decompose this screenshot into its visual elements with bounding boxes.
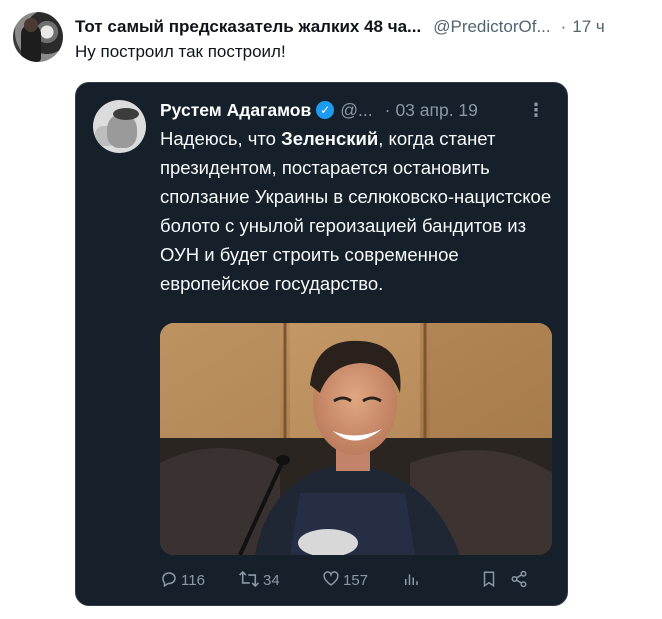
retweet-count: 34 (263, 571, 280, 589)
heart-icon (322, 570, 340, 591)
quoted-header-separator: · (384, 99, 391, 120)
bookmark-icon (480, 570, 498, 591)
like-button[interactable]: 157 (322, 570, 402, 591)
like-count: 157 (343, 571, 369, 589)
quoted-text-bold-name: Зеленский (281, 128, 379, 149)
verified-badge-icon: ✓ (316, 101, 335, 119)
author-handle[interactable]: @PredictorOf... (433, 17, 550, 37)
avatar-hair (113, 108, 139, 120)
author-avatar[interactable] (13, 12, 63, 62)
author-name[interactable]: Тот самый предсказатель жалких 48 ча... (75, 17, 421, 37)
reply-count: 116 (181, 571, 205, 589)
quoted-text-intro: Надеюсь, что (160, 128, 282, 149)
share-button[interactable] (510, 570, 540, 591)
quoted-text-rest: , когда станет президентом, постарается … (160, 128, 552, 294)
quoted-author-handle[interactable]: @... (340, 100, 372, 121)
retweet-icon (238, 570, 260, 591)
avatar-head (24, 18, 38, 32)
tweet-text: Ну построил так построил! (75, 42, 286, 61)
tweet-actions-bar: 116 34 157 (160, 567, 552, 593)
reply-icon (160, 570, 178, 591)
quoted-author-avatar[interactable] (93, 100, 146, 153)
quoted-tweet-date[interactable]: 03 апр. 19 (395, 100, 477, 121)
photo-illustration (160, 323, 552, 555)
tweet-time[interactable]: 17 ч (572, 17, 605, 37)
retweet-button[interactable]: 34 (238, 570, 322, 591)
tweet-header: Тот самый предсказатель жалких 48 ча... … (75, 16, 652, 38)
reply-button[interactable]: 116 (160, 570, 238, 591)
bookmark-button[interactable] (480, 570, 510, 591)
quoted-tweet-card[interactable]: Рустем Адагамов ✓ @... · 03 апр. 19 ⋮ На… (75, 82, 568, 606)
quoted-tweet-photo[interactable] (160, 323, 552, 555)
views-button[interactable] (402, 570, 480, 591)
quoted-tweet-header: Рустем Адагамов ✓ @... · 03 апр. 19 ⋮ (160, 97, 553, 123)
header-separator: · (560, 17, 567, 36)
quoted-author-name[interactable]: Рустем Адагамов (160, 100, 311, 121)
share-icon (510, 570, 528, 591)
bar-chart-icon (402, 570, 420, 591)
quoted-tweet-text: Надеюсь, что Зеленский, когда станет пре… (160, 124, 560, 298)
more-options-icon[interactable]: ⋮ (527, 100, 545, 121)
